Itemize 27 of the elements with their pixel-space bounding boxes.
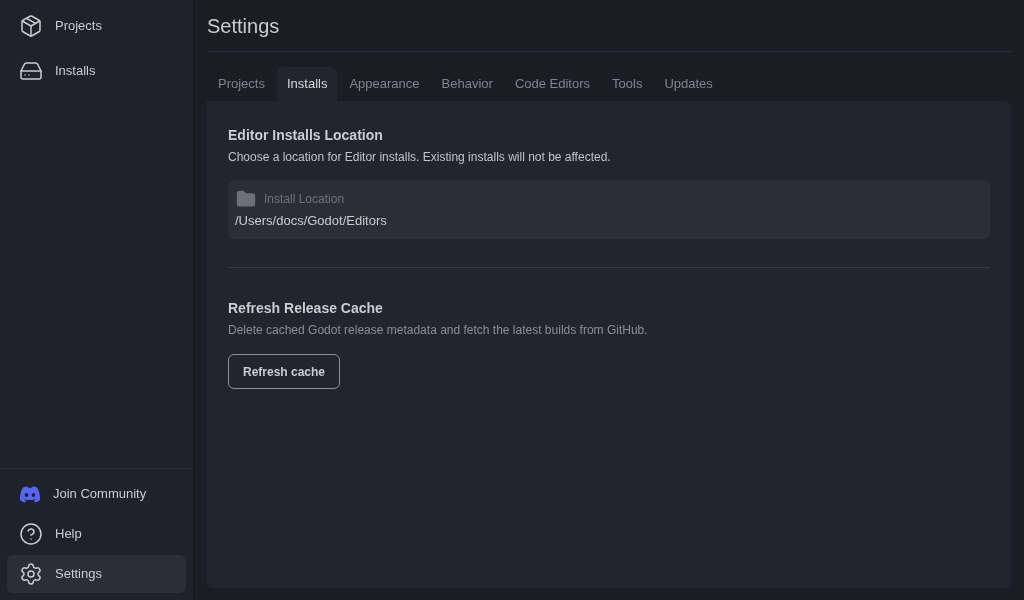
refresh-cache-button[interactable]: Refresh cache (228, 354, 341, 389)
drive-icon (19, 59, 43, 83)
field-label: Install Location (264, 191, 345, 208)
tab[interactable]: Tools (602, 67, 653, 101)
tab[interactable]: Behavior (431, 67, 503, 101)
install-location-field[interactable]: Install Location /Users/docs/Godot/Editors (228, 180, 990, 239)
sidebar-item[interactable]: Installs (7, 52, 186, 90)
tab[interactable]: Installs (276, 67, 338, 101)
section-description: Delete cached Godot release metadata and fetch the latest builds from GitHub. (228, 322, 649, 339)
sidebar-item[interactable]: Projects (7, 7, 186, 45)
box-icon (19, 14, 43, 38)
field-value: /Users/docs/Godot/Editors (235, 212, 388, 230)
discord-icon (19, 485, 41, 503)
tab[interactable]: Appearance (339, 67, 430, 101)
section-description: Choose a location for Editor installs. Existing installs will not be affected. (228, 149, 612, 166)
section-title: Refresh Release Cache (228, 299, 384, 318)
help-icon (19, 522, 43, 546)
page-title: Settings (207, 13, 280, 39)
folder-icon (236, 189, 256, 209)
section-title: Editor Installs Location (228, 126, 384, 145)
tab[interactable]: Projects (208, 67, 275, 101)
sidebar-item[interactable]: Settings (7, 555, 186, 593)
settings-icon (19, 562, 43, 586)
sidebar-item[interactable]: Join Community (7, 475, 186, 513)
sidebar-item[interactable]: Help (7, 515, 186, 553)
tab[interactable]: Code Editors (504, 67, 601, 101)
tab[interactable]: Updates (654, 67, 723, 101)
